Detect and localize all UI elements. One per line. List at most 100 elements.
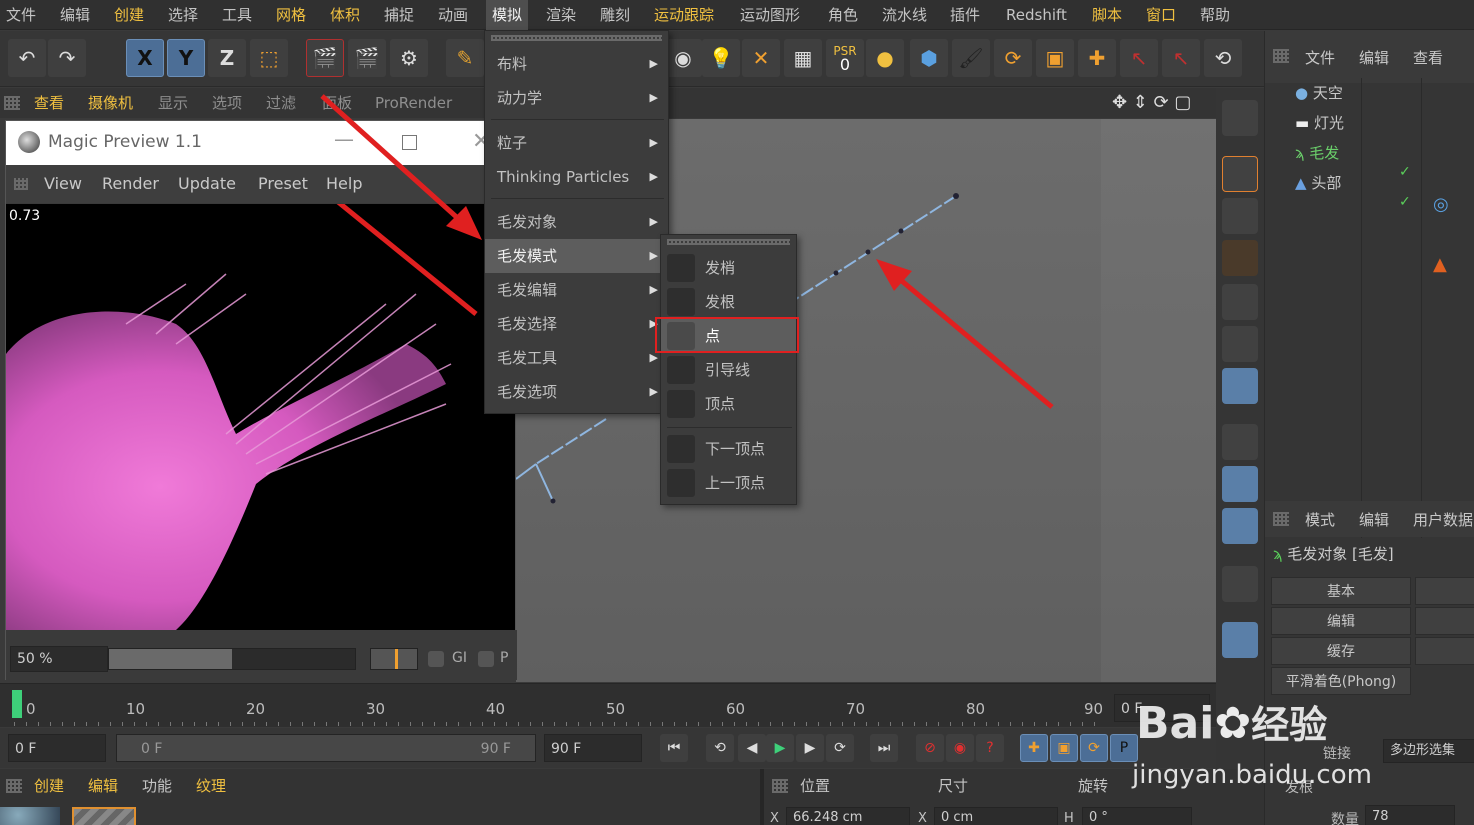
menu-select[interactable]: 选择 bbox=[162, 0, 204, 30]
object-row-head[interactable]: ▲ 头部 bbox=[1295, 168, 1341, 198]
object-row-sky[interactable]: ● 天空 bbox=[1295, 78, 1343, 108]
render-picture-viewer-icon[interactable]: 🎬 bbox=[348, 39, 386, 77]
key-parameter-icon[interactable]: P bbox=[1110, 734, 1138, 762]
undo-icon[interactable]: ↶ bbox=[8, 39, 46, 77]
viewport-menu-prorender[interactable]: ProRender bbox=[375, 88, 452, 118]
count-field[interactable]: 78 bbox=[1365, 805, 1455, 825]
go-to-end-icon[interactable]: ⏭ bbox=[870, 734, 898, 762]
attr-menu-edit[interactable]: 编辑 bbox=[1359, 509, 1389, 530]
points-mode-icon[interactable] bbox=[1222, 284, 1258, 320]
material-swatch-1[interactable] bbox=[0, 807, 60, 825]
menu-mograph[interactable]: 运动图形 bbox=[734, 0, 806, 30]
material-swatch-2[interactable] bbox=[72, 807, 136, 825]
quality-slider-thumb[interactable] bbox=[395, 649, 398, 669]
deformer-icon[interactable]: ✕ bbox=[742, 39, 780, 77]
null-axis-icon[interactable]: ● bbox=[866, 39, 904, 77]
range-slider[interactable]: 0 F 90 F bbox=[116, 734, 536, 762]
timeline[interactable]: 0 10 20 30 40 50 60 70 80 90 0 F bbox=[0, 683, 1216, 727]
menu-item-hair-edit[interactable]: 毛发编辑 ▶ bbox=[485, 273, 670, 307]
psr-button[interactable]: PSR 0 bbox=[826, 39, 864, 77]
max-frame-field[interactable]: 90 F bbox=[544, 734, 642, 762]
magic-preview-render[interactable]: 0.73 bbox=[6, 204, 515, 630]
quality-slider[interactable] bbox=[370, 648, 418, 670]
rotate-icon[interactable]: ⟳ bbox=[994, 39, 1032, 77]
mp-menu-update[interactable]: Update bbox=[178, 165, 236, 203]
light-icon[interactable]: 💡 bbox=[702, 39, 740, 77]
menu-animate[interactable]: 动画 bbox=[432, 0, 474, 30]
attr-menu-mode[interactable]: 模式 bbox=[1305, 509, 1335, 530]
attr-tab-cache[interactable]: 缓存 bbox=[1271, 637, 1411, 665]
axis-z-button[interactable]: Z bbox=[208, 39, 246, 77]
check-icon[interactable]: ✓ bbox=[1399, 194, 1411, 210]
tweak-mode-icon[interactable] bbox=[1222, 466, 1258, 502]
axis-x-button[interactable]: X bbox=[126, 39, 164, 77]
menu-window[interactable]: 窗口 bbox=[1140, 0, 1182, 30]
check-icon[interactable]: ✓ bbox=[1399, 164, 1411, 180]
pen-tool-icon[interactable]: ✎ bbox=[446, 39, 484, 77]
attr-tab-phong[interactable]: 平滑着色(Phong) bbox=[1271, 667, 1411, 695]
globe-render-icon[interactable] bbox=[1222, 100, 1258, 136]
render-view-icon[interactable]: 🎬 bbox=[306, 39, 344, 77]
object-row-light[interactable]: ▬ 灯光 bbox=[1295, 108, 1344, 138]
viewport-menu-display[interactable]: 显示 bbox=[158, 88, 188, 118]
om-menu-view[interactable]: 查看 bbox=[1413, 47, 1443, 68]
p-checkbox[interactable] bbox=[478, 651, 494, 667]
material-menu-function[interactable]: 功能 bbox=[142, 775, 172, 796]
model-mode-icon[interactable] bbox=[1222, 156, 1258, 192]
current-frame-field[interactable]: 0 F bbox=[8, 734, 106, 762]
attr-tab-edit[interactable]: 编辑 bbox=[1271, 607, 1411, 635]
play-icon[interactable]: ▶ bbox=[766, 734, 794, 762]
menu-item-hair-selection[interactable]: 毛发选择 ▶ bbox=[485, 307, 670, 341]
snap-icon[interactable] bbox=[1222, 566, 1258, 602]
paint-brush-icon[interactable]: 🖌 bbox=[952, 39, 990, 77]
gi-checkbox[interactable] bbox=[428, 651, 444, 667]
scene-icon[interactable]: ▦ bbox=[784, 39, 822, 77]
attr-menu-userdata[interactable]: 用户数据 bbox=[1413, 509, 1473, 530]
menu-snap[interactable]: 捕捉 bbox=[378, 0, 420, 30]
playhead[interactable] bbox=[12, 690, 22, 718]
viewport-menu-camera[interactable]: 摄像机 bbox=[88, 88, 133, 118]
autokey-icon[interactable]: ◉ bbox=[946, 734, 974, 762]
menu-item-hair-mode[interactable]: 毛发模式 ▶ bbox=[485, 239, 670, 273]
viewport-menu-panel[interactable]: 面板 bbox=[322, 88, 352, 118]
zoom-field[interactable]: 50 % bbox=[10, 646, 108, 672]
magic-preview-titlebar[interactable]: Magic Preview 1.1 — ✕ bbox=[6, 121, 517, 165]
material-tag-icon[interactable]: ▲ bbox=[1433, 254, 1447, 275]
rotation-h-field[interactable]: 0 ° bbox=[1082, 807, 1192, 825]
mp-menu-render[interactable]: Render bbox=[102, 165, 159, 203]
menu-script[interactable]: 脚本 bbox=[1086, 0, 1128, 30]
menu-item-hair-objects[interactable]: 毛发对象 ▶ bbox=[485, 205, 670, 239]
viewport-menu-options[interactable]: 选项 bbox=[212, 88, 242, 118]
cube-icon[interactable]: ⬢ bbox=[910, 39, 948, 77]
menu-character[interactable]: 角色 bbox=[822, 0, 864, 30]
menu-help[interactable]: 帮助 bbox=[1194, 0, 1236, 30]
polygons-mode-icon[interactable] bbox=[1222, 368, 1258, 404]
viewport-nav-icons[interactable]: ✥ ⇕ ⟳ ▢ bbox=[1112, 88, 1191, 118]
mp-menu-preset[interactable]: Preset bbox=[258, 165, 308, 203]
submenu-item-guides[interactable]: 引导线 bbox=[661, 353, 796, 387]
material-menu-edit[interactable]: 编辑 bbox=[88, 775, 118, 796]
key-rotation-icon[interactable]: ⟳ bbox=[1080, 734, 1108, 762]
submenu-item-vertex[interactable]: 顶点 bbox=[661, 387, 796, 421]
attr-tab-basic[interactable]: 基本 bbox=[1271, 577, 1411, 605]
material-menu-texture[interactable]: 纹理 bbox=[196, 775, 226, 796]
previous-key-icon[interactable]: ⟲ bbox=[706, 734, 734, 762]
keyframe-help-icon[interactable]: ? bbox=[976, 734, 1004, 762]
position-x-field[interactable]: 66.248 cm bbox=[786, 807, 910, 825]
size-x-field[interactable]: 0 cm bbox=[934, 807, 1058, 825]
coordinate-system-icon[interactable]: ⬚ bbox=[250, 39, 288, 77]
om-menu-edit[interactable]: 编辑 bbox=[1359, 47, 1389, 68]
move-icon[interactable]: ✚ bbox=[1078, 39, 1116, 77]
lock-workplane-icon[interactable] bbox=[1222, 622, 1258, 658]
redo-icon[interactable]: ↷ bbox=[48, 39, 86, 77]
material-menu-create[interactable]: 创建 bbox=[34, 775, 64, 796]
menu-item-particles[interactable]: 粒子 ▶ bbox=[485, 126, 670, 160]
live-selection-icon[interactable]: ⟲ bbox=[1204, 39, 1242, 77]
submenu-item-prev-vertex[interactable]: 上一顶点 bbox=[661, 466, 796, 500]
viewport-menu-filter[interactable]: 过滤 bbox=[266, 88, 296, 118]
menu-motion-tracking[interactable]: 运动跟踪 bbox=[648, 0, 720, 30]
previous-frame-icon[interactable]: ◀ bbox=[738, 734, 766, 762]
axis-mode-icon[interactable] bbox=[1222, 424, 1258, 460]
menu-tools[interactable]: 工具 bbox=[216, 0, 258, 30]
menu-create[interactable]: 创建 bbox=[108, 0, 150, 30]
